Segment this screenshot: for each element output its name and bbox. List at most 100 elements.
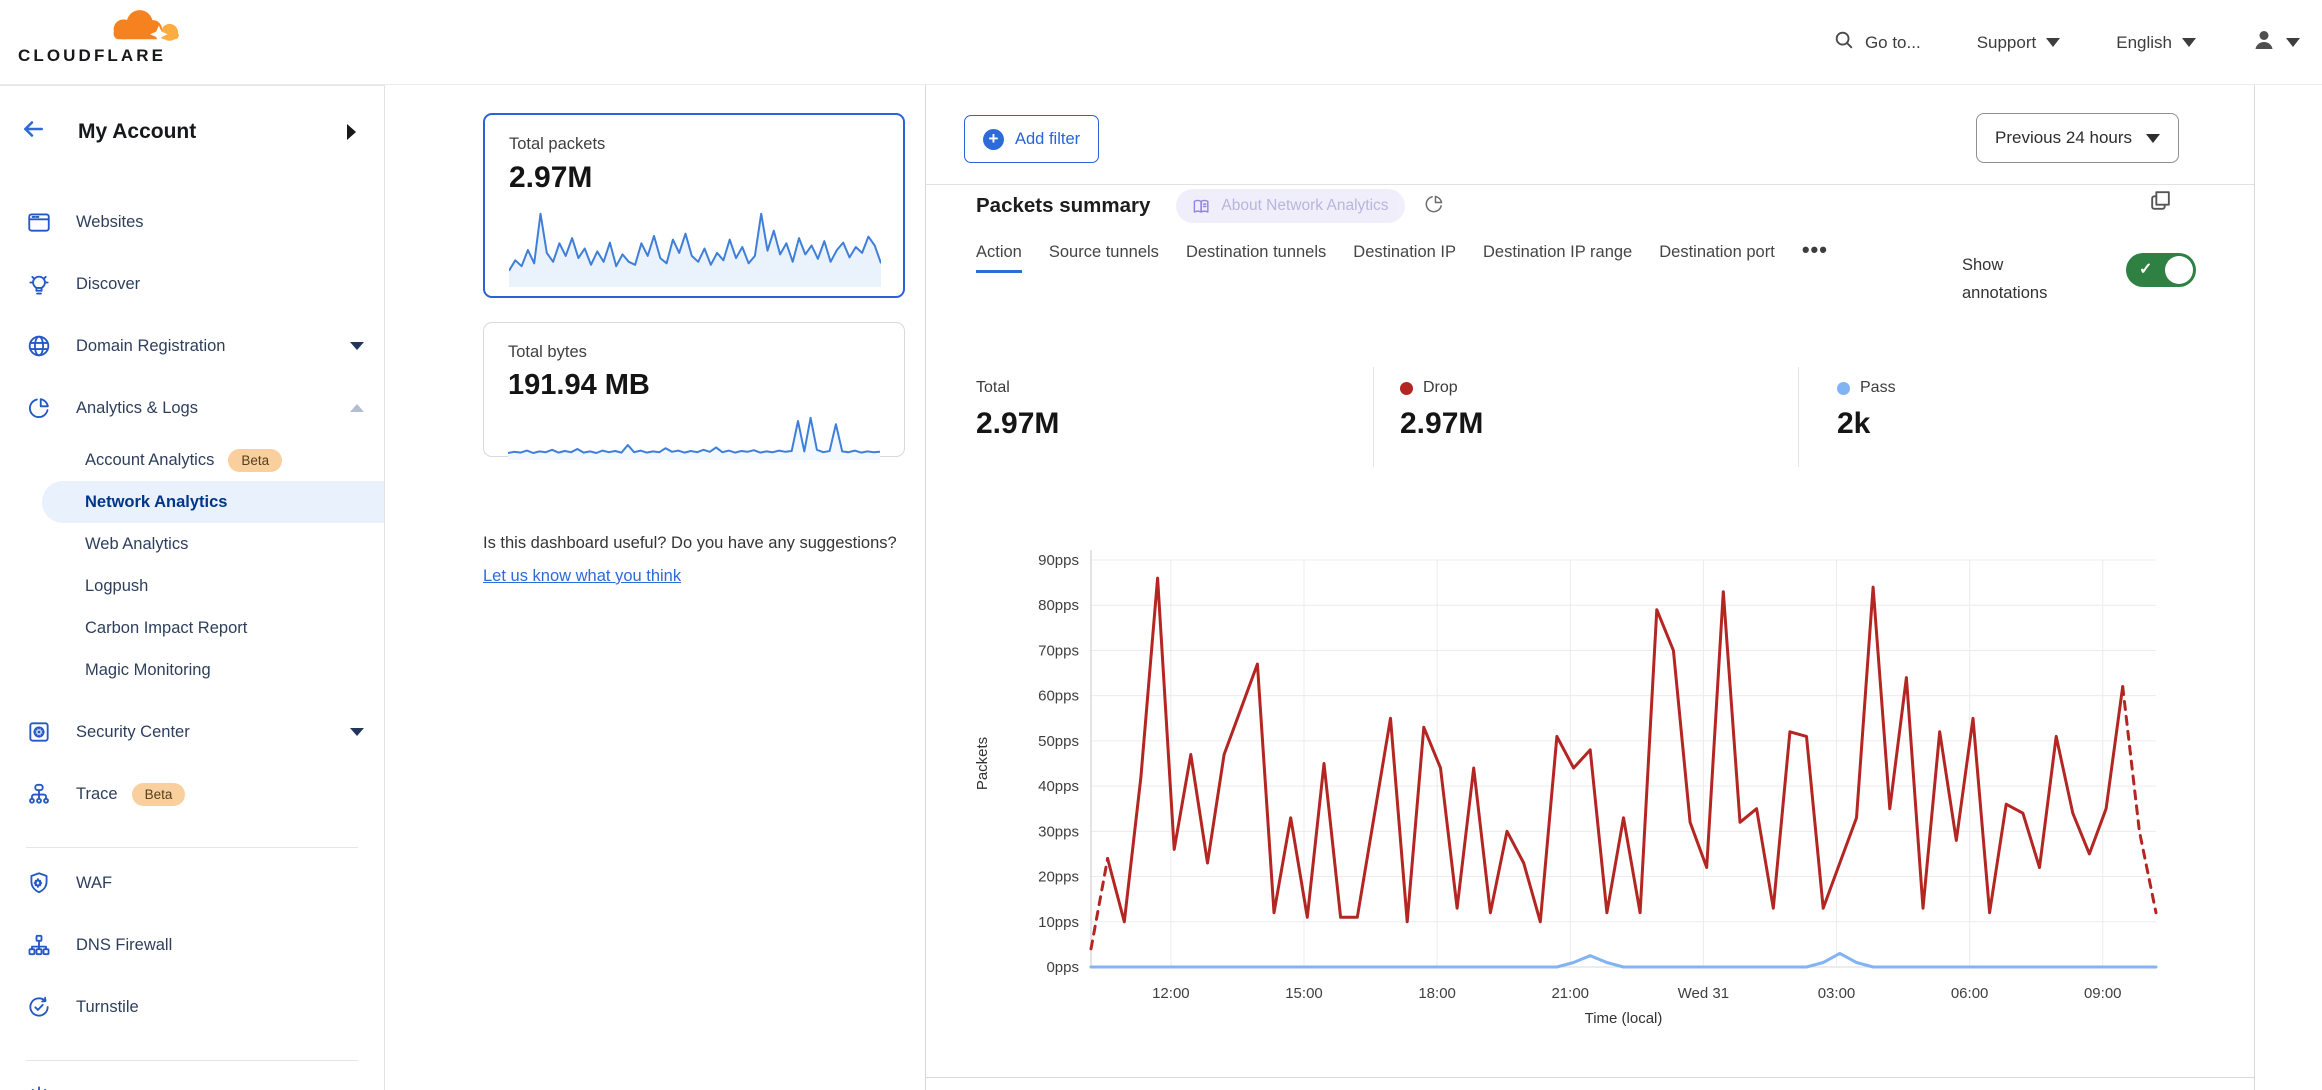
browser-window-icon [26,209,52,235]
card-title: Total packets [509,135,879,154]
svg-text:Wed 31: Wed 31 [1678,985,1729,1002]
panel-title-row: Packets summary About Network Analytics [976,189,1445,223]
cloudflare-cloud-icon [92,4,192,50]
sidebar-item-label: DNS Firewall [76,936,172,955]
stat-pass: Pass2k [1798,367,2254,467]
svg-text:30pps: 30pps [1038,823,1079,840]
cloudflare-network-analytics-page: CLOUDFLARE Go to... Support English [0,0,2322,1090]
vault-icon [26,719,52,745]
language-menu[interactable]: English [2116,33,2196,53]
tab-destination-ip[interactable]: Destination IP [1353,243,1456,273]
packets-time-series-chart[interactable]: 0pps10pps20pps30pps40pps50pps60pps70pps8… [961,540,2231,1050]
more-tabs-icon[interactable]: ••• [1802,243,1828,273]
time-range-label: Previous 24 hours [1995,128,2132,148]
account-menu[interactable] [2252,28,2300,57]
sidebar-item-waf[interactable]: WAF [0,852,384,914]
total-bytes-card[interactable]: Total bytes 191.94 MB [483,322,905,457]
sidebar-item-label: Trace [76,785,118,804]
pie-chart-icon[interactable] [1423,193,1445,220]
total-packets-card[interactable]: Total packets 2.97M [483,113,905,298]
sidebar-item-security-center[interactable]: Security Center [0,701,384,763]
check-icon: ✓ [2139,259,2152,279]
sidebar-item-network-analytics[interactable]: Network Analytics [42,481,384,523]
add-filter-button[interactable]: + Add filter [964,115,1099,163]
chevron-right-icon[interactable] [347,124,356,140]
svg-text:70pps: 70pps [1038,642,1079,659]
tab-destination-ip-range[interactable]: Destination IP range [1483,243,1632,273]
tab-source-tunnels[interactable]: Source tunnels [1049,243,1159,273]
about-network-analytics-pill[interactable]: About Network Analytics [1176,189,1404,223]
dimension-tabs: Action Source tunnels Destination tunnels D… [976,243,1906,273]
beta-badge: Beta [228,449,282,472]
sidebar-item-web-analytics[interactable]: Web Analytics [0,523,384,565]
tab-destination-tunnels[interactable]: Destination tunnels [1186,243,1326,273]
cloudflare-logo[interactable]: CLOUDFLARE [18,2,188,82]
chevron-down-icon [2146,134,2160,143]
svg-text:09:00: 09:00 [2084,985,2122,1002]
sidebar-item-logpush[interactable]: Logpush [0,565,384,607]
svg-text:80pps: 80pps [1038,597,1079,614]
shield-gear-icon [26,870,52,896]
show-annotations-toggle[interactable]: ✓ [2126,253,2196,287]
svg-text:21:00: 21:00 [1551,985,1589,1002]
sidebar-item-magic-monitoring[interactable]: Magic Monitoring [0,649,384,691]
feedback-block: Is this dashboard useful? Do you have an… [483,528,928,592]
sidebar-item-carbon-impact-report[interactable]: Carbon Impact Report [0,607,384,649]
sidebar-item-item[interactable] [0,1065,384,1090]
sidebar-item-trace[interactable]: TraceBeta [0,763,384,825]
legend-dot-pass [1837,382,1850,395]
panel-title: Packets summary [976,194,1150,218]
caret-down-icon [350,728,364,736]
sidebar-item-discover[interactable]: Discover [0,253,384,315]
go-to-label: Go to... [1865,33,1921,53]
svg-text:03:00: 03:00 [1818,985,1856,1002]
card-value: 2.97M [509,161,879,195]
logo-wordmark: CLOUDFLARE [18,46,166,66]
svg-text:60pps: 60pps [1038,688,1079,705]
sidebar-item-label: Domain Registration [76,337,225,356]
stat-total: Total 2.97M [926,367,1373,467]
show-annotations-label: Show annotations [1962,251,2084,307]
plus-icon: + [983,129,1004,150]
svg-text:12:00: 12:00 [1152,985,1190,1002]
total-packets-sparkline [509,205,881,287]
sidebar-item-account-analytics[interactable]: Account AnalyticsBeta [0,439,384,481]
book-icon [1192,197,1211,216]
go-to-search[interactable]: Go to... [1833,29,1921,56]
sidebar-item-label: Carbon Impact Report [85,619,247,638]
sidebar-item-websites[interactable]: Websites [0,191,384,253]
sidebar-divider [26,847,358,848]
panel-divider [926,1077,2254,1078]
support-label: Support [1977,33,2037,53]
svg-text:06:00: 06:00 [1951,985,1989,1002]
svg-text:40pps: 40pps [1038,778,1079,795]
svg-text:0pps: 0pps [1046,959,1079,976]
pie-chart-icon [26,395,52,421]
support-menu[interactable]: Support [1977,33,2061,53]
stat-label: Total [976,379,1373,397]
copy-expand-icon[interactable] [2148,188,2173,218]
account-title: My Account [78,120,347,144]
sidebar-item-domain-registration[interactable]: Domain Registration [0,315,384,377]
caret-down-icon [350,342,364,350]
sidebar-item-label: WAF [76,874,112,893]
time-range-dropdown[interactable]: Previous 24 hours [1976,113,2179,163]
svg-text:15:00: 15:00 [1285,985,1323,1002]
svg-text:10pps: 10pps [1038,914,1079,931]
chart-area: 0pps10pps20pps30pps40pps50pps60pps70pps8… [961,540,2231,1055]
stat-value: 2.97M [976,407,1373,441]
tab-destination-port[interactable]: Destination port [1659,243,1775,273]
header-nav: Go to... Support English [1833,0,2300,85]
sidebar-item-label: Web Analytics [85,535,188,554]
sidebar-item-turnstile[interactable]: Turnstile [0,976,384,1038]
feedback-link[interactable]: Let us know what you think [483,561,681,592]
back-arrow-icon[interactable] [20,116,46,147]
about-pill-label: About Network Analytics [1221,197,1388,215]
tab-action[interactable]: Action [976,243,1022,273]
globe-icon [26,333,52,359]
filter-toolbar: + Add filter Previous 24 hours [926,85,2254,185]
sidebar-item-dns-firewall[interactable]: DNS Firewall [0,914,384,976]
sunburst-icon [26,1083,52,1090]
chevron-down-icon [2046,38,2060,47]
sidebar-item-analytics-logs[interactable]: Analytics & Logs [0,377,384,439]
